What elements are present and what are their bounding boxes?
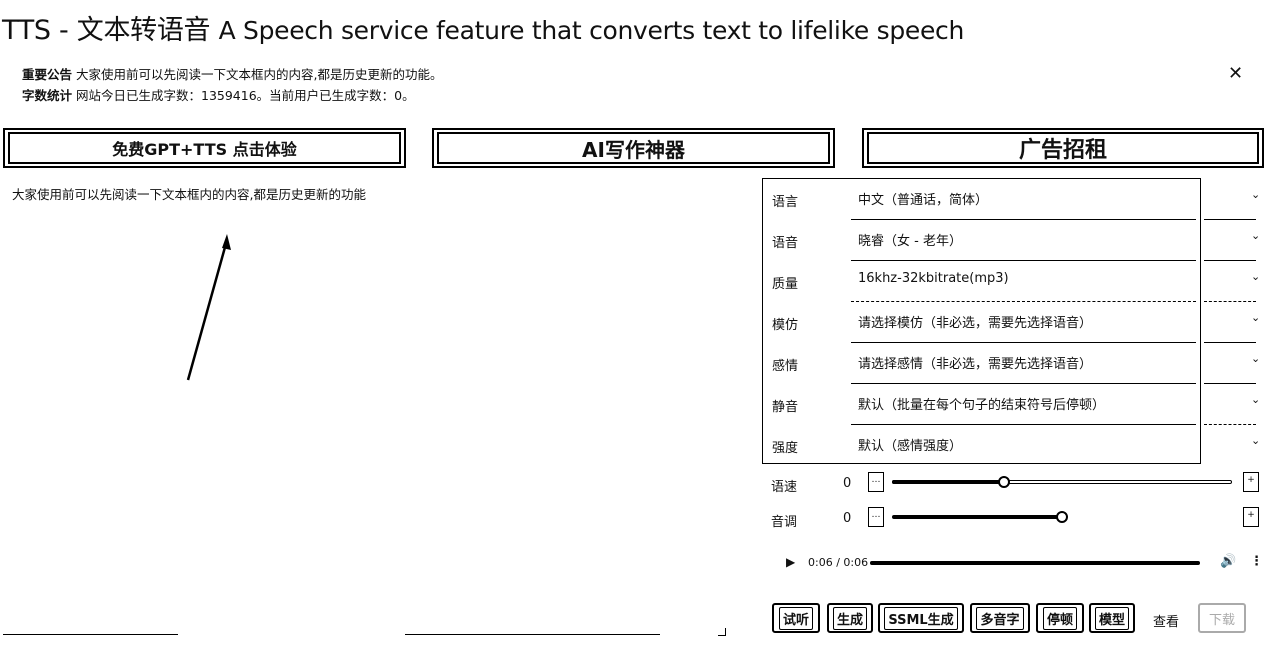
imitate-select[interactable]: 请选择模仿（非必选，需要先选择语音） bbox=[858, 312, 1092, 331]
language-select[interactable]: 中文（普通话，简体） bbox=[858, 189, 988, 208]
announcement-line: 重要公告 大家使用前可以先阅读一下文本框内的内容,都是历史更新的功能。 bbox=[22, 64, 442, 85]
setting-voice[interactable]: 语音 晓睿（女 - 老年） bbox=[763, 220, 1200, 261]
view-link[interactable]: 查看 bbox=[1153, 611, 1179, 630]
slider-thumb[interactable] bbox=[1056, 511, 1068, 523]
divider bbox=[405, 634, 660, 635]
chevron-down-icon[interactable]: ⌄ bbox=[1251, 311, 1260, 324]
chevron-down-icon[interactable]: ⌄ bbox=[1251, 188, 1260, 201]
audio-player: ▶ 0:06 / 0:06 🔊 ⋮ bbox=[780, 552, 1264, 574]
slider-fill bbox=[892, 480, 1004, 484]
word-count-line: 字数统计 网站今日已生成字数：1359416。当前用户已生成字数：0。 bbox=[22, 85, 442, 106]
setting-imitate[interactable]: 模仿 请选择模仿（非必选，需要先选择语音） bbox=[763, 302, 1200, 343]
audio-progress[interactable] bbox=[870, 561, 1200, 565]
setting-label: 质量 bbox=[772, 277, 799, 292]
resize-handle[interactable] bbox=[718, 628, 726, 636]
slider-thumb[interactable] bbox=[998, 476, 1010, 488]
intensity-select[interactable]: 默认（感情强度） bbox=[858, 435, 962, 454]
title-main: TTS - 文本转语音 bbox=[2, 15, 211, 46]
setting-label: 感情 bbox=[772, 359, 799, 374]
polyphone-label: 多音字 bbox=[976, 606, 1024, 630]
setting-label: 静音 bbox=[772, 400, 799, 415]
pitch-increase-button[interactable]: + bbox=[1243, 507, 1259, 527]
speed-label: 语速 bbox=[771, 480, 798, 495]
setting-label: 语音 bbox=[772, 236, 799, 251]
ad-banner-text: AI写作神器 bbox=[437, 132, 830, 164]
play-icon[interactable]: ▶ bbox=[786, 555, 795, 569]
arrow-annotation bbox=[186, 234, 231, 381]
silence-select[interactable]: 默认（批量在每个句子的结束符号后停顿） bbox=[858, 394, 1105, 413]
settings-panel: 语言 中文（普通话，简体） 语音 晓睿（女 - 老年） 质量 16khz-32k… bbox=[762, 178, 1201, 464]
speed-value: 0 bbox=[843, 476, 852, 491]
chevron-down-icon[interactable]: ⌄ bbox=[1251, 229, 1260, 242]
speed-increase-button[interactable]: + bbox=[1243, 472, 1259, 492]
download-label: 下载 bbox=[1208, 612, 1235, 628]
divider bbox=[1204, 424, 1256, 425]
generate-button[interactable]: 生成 bbox=[827, 603, 873, 633]
close-icon[interactable]: ✕ bbox=[1228, 63, 1243, 84]
chevron-down-icon[interactable]: ⌄ bbox=[1251, 270, 1260, 283]
setting-language[interactable]: 语言 中文（普通话，简体） bbox=[763, 179, 1200, 220]
pause-button[interactable]: 停顿 bbox=[1036, 603, 1084, 633]
divider bbox=[3, 634, 178, 635]
quality-select[interactable]: 16khz-32kbitrate(mp3) bbox=[858, 271, 1009, 286]
model-label: 模型 bbox=[1094, 606, 1129, 630]
setting-quality[interactable]: 质量 16khz-32kbitrate(mp3) bbox=[763, 261, 1200, 302]
setting-emotion[interactable]: 感情 请选择感情（非必选，需要先选择语音） bbox=[763, 343, 1200, 384]
speed-slider[interactable] bbox=[892, 476, 1232, 488]
ssml-generate-button[interactable]: SSML生成 bbox=[878, 603, 964, 633]
ad-banner-gpt-tts[interactable]: 免费GPT+TTS 点击体验 bbox=[3, 128, 406, 168]
ad-banner-rent[interactable]: 广告招租 bbox=[862, 128, 1264, 168]
word-count-label: 字数统计 bbox=[22, 88, 73, 103]
pause-label: 停顿 bbox=[1042, 606, 1077, 630]
download-button[interactable]: 下载 bbox=[1198, 603, 1246, 633]
announcement-text: 大家使用前可以先阅读一下文本框内的内容,都是历史更新的功能。 bbox=[76, 67, 443, 82]
emotion-select[interactable]: 请选择感情（非必选，需要先选择语音） bbox=[858, 353, 1092, 372]
text-input[interactable]: 大家使用前可以先阅读一下文本框内的内容,都是历史更新的功能 bbox=[3, 180, 725, 636]
setting-label: 模仿 bbox=[772, 318, 799, 333]
setting-label: 强度 bbox=[772, 441, 799, 456]
slider-fill bbox=[892, 515, 1062, 519]
divider bbox=[1204, 219, 1256, 220]
ad-banner-text: 广告招租 bbox=[867, 132, 1259, 164]
chevron-down-icon[interactable]: ⌄ bbox=[1251, 434, 1260, 447]
audio-progress-fill bbox=[870, 561, 1200, 565]
chevron-down-icon[interactable]: ⌄ bbox=[1251, 352, 1260, 365]
voice-select[interactable]: 晓睿（女 - 老年） bbox=[858, 230, 962, 249]
divider bbox=[1204, 342, 1256, 343]
announcement: 重要公告 大家使用前可以先阅读一下文本框内的内容,都是历史更新的功能。 字数统计… bbox=[22, 64, 442, 106]
title-subtitle: A Speech service feature that converts t… bbox=[218, 16, 965, 45]
listen-label: 试听 bbox=[778, 606, 813, 630]
pitch-decrease-button[interactable]: … bbox=[868, 507, 884, 527]
pitch-label: 音调 bbox=[771, 515, 798, 530]
more-options-icon[interactable]: ⋮ bbox=[1250, 554, 1263, 569]
word-count-text: 网站今日已生成字数：1359416。当前用户已生成字数：0。 bbox=[76, 88, 415, 103]
pitch-value: 0 bbox=[843, 511, 852, 526]
audio-time: 0:06 / 0:06 bbox=[808, 556, 869, 569]
generate-label: 生成 bbox=[832, 606, 867, 630]
divider bbox=[1204, 301, 1256, 302]
setting-silence[interactable]: 静音 默认（批量在每个句子的结束符号后停顿） bbox=[763, 384, 1200, 425]
ad-banner-ai-writing[interactable]: AI写作神器 bbox=[432, 128, 835, 168]
page-title: TTS - 文本转语音 A Speech service feature tha… bbox=[2, 8, 964, 47]
polyphone-button[interactable]: 多音字 bbox=[970, 603, 1030, 633]
chevron-down-icon[interactable]: ⌄ bbox=[1251, 393, 1260, 406]
listen-button[interactable]: 试听 bbox=[772, 603, 820, 633]
setting-label: 语言 bbox=[772, 195, 799, 210]
ssml-generate-label: SSML生成 bbox=[884, 606, 958, 630]
ad-banner-text: 免费GPT+TTS 点击体验 bbox=[8, 132, 401, 164]
model-button[interactable]: 模型 bbox=[1089, 603, 1135, 633]
pitch-slider[interactable] bbox=[892, 511, 1232, 523]
divider bbox=[1204, 260, 1256, 261]
announcement-label: 重要公告 bbox=[22, 67, 73, 82]
speed-decrease-button[interactable]: … bbox=[868, 472, 884, 492]
volume-icon[interactable]: 🔊 bbox=[1220, 554, 1236, 569]
setting-intensity[interactable]: 强度 默认（感情强度） bbox=[763, 425, 1200, 466]
divider bbox=[1204, 383, 1256, 384]
